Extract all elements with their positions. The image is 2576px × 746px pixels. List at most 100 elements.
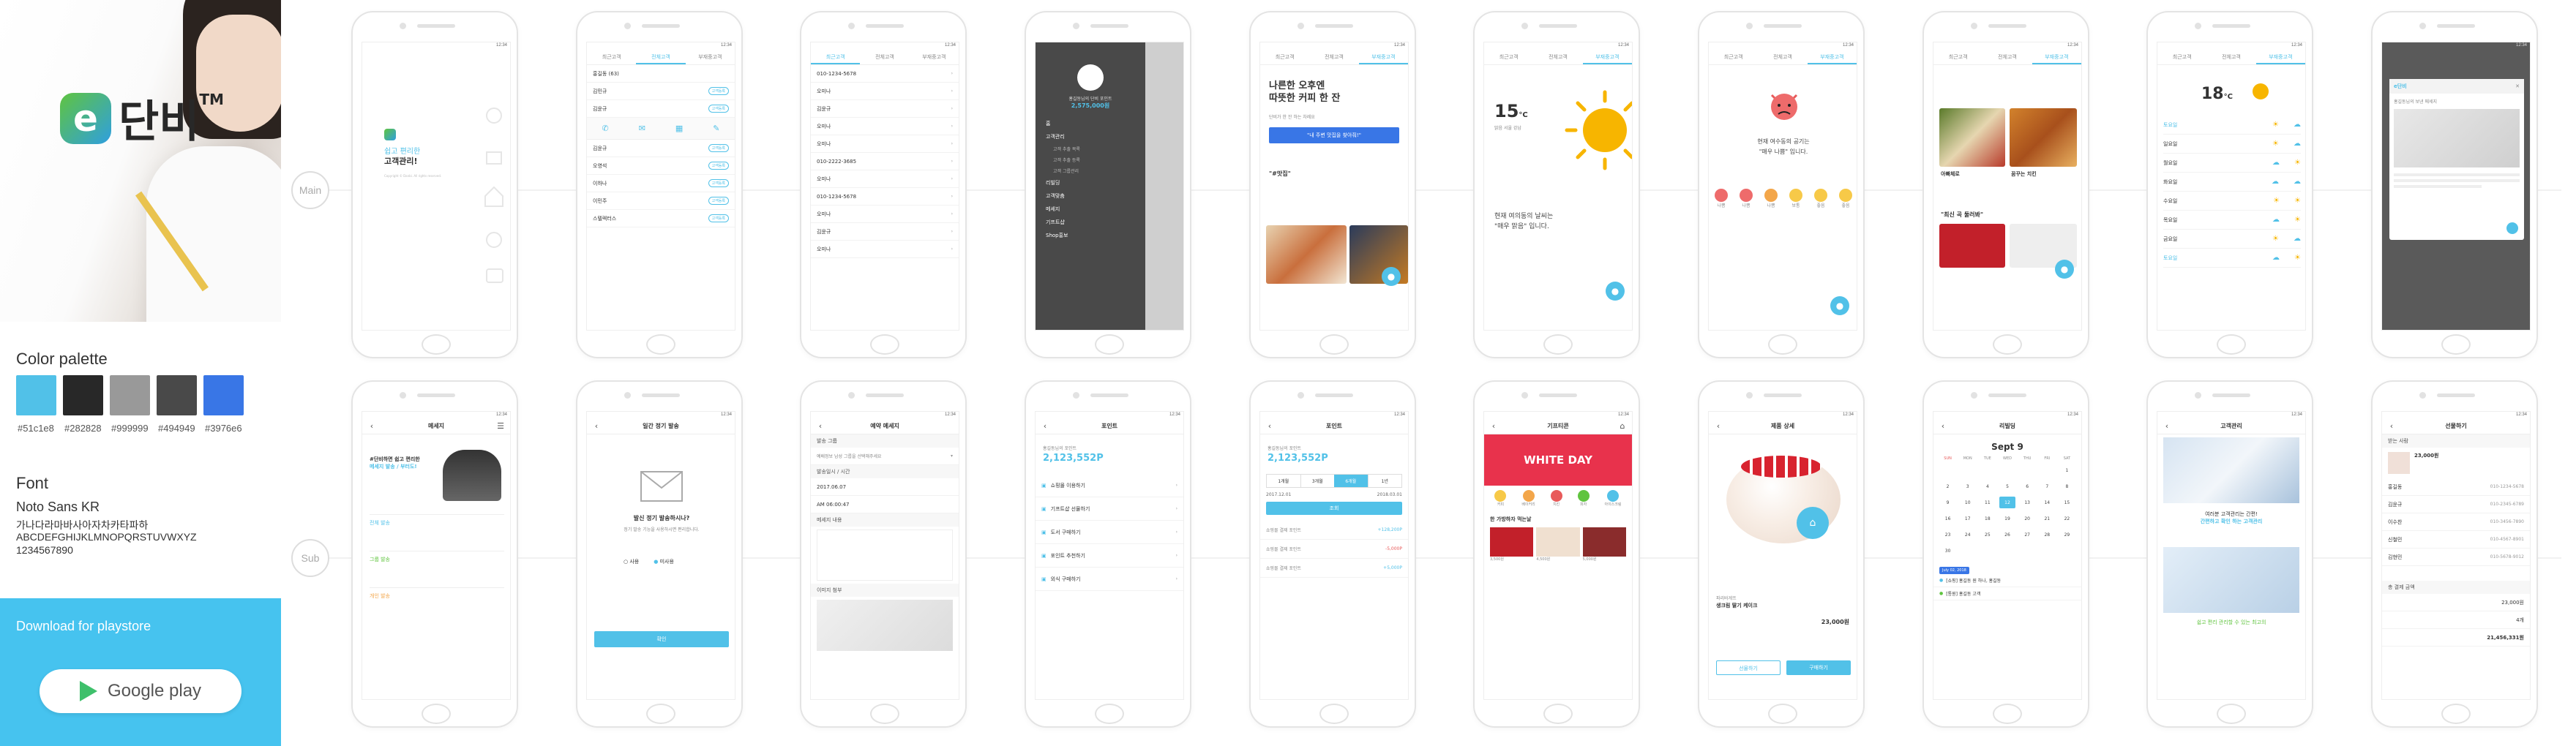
register-badge[interactable]: 고객등록 bbox=[708, 87, 729, 95]
menu-item[interactable]: ▣ 기프트샵 선물하기 › bbox=[1036, 497, 1183, 521]
drawer-subitem[interactable]: 고객 그룹관리 bbox=[1036, 165, 1145, 176]
drawer-item[interactable]: 고객관리 bbox=[1036, 130, 1145, 143]
menu-item[interactable]: ▣ 쇼핑몰 이용하기 › bbox=[1036, 474, 1183, 497]
day-cell[interactable]: 5 bbox=[1997, 478, 2017, 494]
period-option[interactable]: 1개월 bbox=[1267, 475, 1300, 487]
home-button[interactable] bbox=[1768, 334, 1797, 355]
list-item[interactable]: 김윤규 고객등록 bbox=[587, 140, 735, 157]
feed-image[interactable] bbox=[1939, 224, 2005, 268]
home-button[interactable] bbox=[1095, 704, 1124, 724]
day-cell[interactable]: 8 bbox=[2057, 478, 2077, 494]
register-badge[interactable]: 고객등록 bbox=[708, 105, 729, 113]
recipient-row[interactable]: 김현민 010-5678-9012 bbox=[2382, 549, 2530, 566]
call-icon[interactable]: ✆ bbox=[602, 124, 608, 133]
tab-missed[interactable]: 부재중고객 bbox=[2255, 49, 2305, 64]
call-item[interactable]: 오미나 › bbox=[811, 241, 959, 258]
tab-all[interactable]: 전체고객 bbox=[1982, 49, 2032, 64]
home-button[interactable] bbox=[422, 704, 451, 724]
call-item[interactable]: 오미나 › bbox=[811, 135, 959, 153]
back-icon[interactable]: ‹ bbox=[367, 421, 377, 432]
day-cell[interactable]: 18 bbox=[1977, 510, 1997, 527]
avatar[interactable] bbox=[1077, 64, 1104, 91]
home-button[interactable] bbox=[1095, 334, 1124, 355]
back-icon[interactable]: ‹ bbox=[2386, 421, 2397, 432]
event-item[interactable]: ● [통원] 홍길동 고객 bbox=[1933, 587, 2081, 600]
call-item[interactable]: 010-1234-5678 › bbox=[811, 188, 959, 206]
home-button[interactable] bbox=[1993, 334, 2022, 355]
building-icon[interactable]: ▦ bbox=[675, 124, 683, 133]
tab-all[interactable]: 전체고객 bbox=[636, 49, 686, 64]
tab-all[interactable]: 전체고객 bbox=[1758, 49, 1807, 64]
home-button[interactable] bbox=[2217, 334, 2246, 355]
call-item[interactable]: 오미나 › bbox=[811, 206, 959, 223]
day-cell[interactable]: 7 bbox=[2037, 478, 2057, 494]
tab-recent[interactable]: 최근고객 bbox=[2157, 49, 2206, 64]
back-icon[interactable]: ‹ bbox=[1938, 421, 1948, 432]
section[interactable]: 전체 발송 bbox=[370, 514, 504, 543]
back-icon[interactable]: ‹ bbox=[2162, 421, 2172, 432]
tab-missed[interactable]: 부재중고객 bbox=[910, 49, 959, 64]
product-card[interactable]: 5,000원 bbox=[1582, 527, 1626, 562]
tab-recent[interactable]: 최근고객 bbox=[587, 49, 636, 64]
home-button[interactable] bbox=[870, 704, 899, 724]
tab-missed[interactable]: 부재중고객 bbox=[2032, 49, 2081, 64]
section[interactable]: 개인 발송 bbox=[370, 587, 504, 617]
section[interactable]: 그룹 발송 bbox=[370, 551, 504, 580]
confirm-button[interactable]: 확인 bbox=[594, 631, 729, 647]
attached-image[interactable] bbox=[817, 600, 953, 651]
menu-icon[interactable]: ☰ bbox=[495, 421, 506, 432]
home-button[interactable] bbox=[1768, 704, 1797, 724]
day-cell[interactable]: 12 bbox=[1999, 497, 2015, 508]
tab-missed[interactable]: 부재중고객 bbox=[1582, 49, 1632, 64]
tab-all[interactable]: 전체고객 bbox=[860, 49, 909, 64]
back-icon[interactable]: ‹ bbox=[1265, 421, 1275, 432]
day-cell[interactable]: 22 bbox=[2057, 510, 2077, 527]
home-button[interactable] bbox=[1993, 704, 2022, 724]
period-option-selected[interactable]: 6개월 bbox=[1334, 475, 1368, 487]
day-cell[interactable]: 10 bbox=[1958, 494, 1977, 510]
tab-recent[interactable]: 최근고객 bbox=[1933, 49, 1982, 64]
register-badge[interactable]: 고객등록 bbox=[708, 214, 729, 222]
menu-item[interactable]: ▣ 포인트 추천하기 › bbox=[1036, 544, 1183, 568]
tab-missed[interactable]: 부재중고객 bbox=[686, 49, 735, 64]
day-cell[interactable]: 25 bbox=[1977, 527, 1997, 543]
mic-button[interactable]: ● bbox=[2055, 260, 2074, 279]
product-card[interactable]: 3,500원 bbox=[1490, 527, 1534, 562]
register-badge[interactable]: 고객등록 bbox=[708, 197, 729, 205]
day-cell[interactable]: 13 bbox=[2018, 494, 2037, 510]
option-no-use[interactable]: ● 미사용 bbox=[654, 558, 674, 565]
event-item[interactable]: ● [쇼핑] 홍길동 원 하나, 홍길동 bbox=[1933, 574, 2081, 587]
tab-recent[interactable]: 최근고객 bbox=[1709, 49, 1758, 64]
call-item[interactable]: 오미나 › bbox=[811, 118, 959, 135]
day-cell[interactable]: 15 bbox=[2057, 494, 2077, 510]
recipient-row[interactable]: 이수찬 010-3456-7890 bbox=[2382, 513, 2530, 531]
home-button[interactable] bbox=[646, 334, 675, 355]
drawer-item[interactable]: 리빌딩 bbox=[1036, 176, 1145, 189]
food-card-image[interactable] bbox=[1939, 108, 2005, 167]
list-item[interactable]: 스텔렉터스 고객등록 bbox=[587, 210, 735, 227]
day-cell[interactable]: 1 bbox=[2057, 462, 2077, 478]
drawer-subitem[interactable]: 고객 추출 목록 bbox=[1036, 143, 1145, 154]
list-item[interactable]: 홍길동 (63) bbox=[587, 65, 735, 83]
home-button[interactable] bbox=[1319, 704, 1349, 724]
call-item[interactable]: 김윤규 › bbox=[811, 223, 959, 241]
list-item[interactable]: 이민주 고객등록 bbox=[587, 192, 735, 210]
category[interactable]: 피자 bbox=[1577, 490, 1590, 507]
recipient-row[interactable]: 홍길동 010-1234-5678 bbox=[2382, 478, 2530, 496]
register-badge[interactable]: 고객등록 bbox=[708, 144, 729, 152]
recipient-row[interactable]: 신철민 010-4567-8901 bbox=[2382, 531, 2530, 549]
tab-all[interactable]: 전체고객 bbox=[2206, 49, 2255, 64]
drawer-item[interactable]: 메세지 bbox=[1036, 203, 1145, 216]
day-cell[interactable]: 4 bbox=[1977, 478, 1997, 494]
home-button[interactable] bbox=[2217, 704, 2246, 724]
tab-recent[interactable]: 최근고객 bbox=[1260, 49, 1309, 64]
back-icon[interactable]: ‹ bbox=[1713, 421, 1723, 432]
home-button[interactable] bbox=[870, 334, 899, 355]
tab-recent[interactable]: 최근고객 bbox=[811, 49, 861, 64]
day-cell[interactable]: 23 bbox=[1938, 527, 1958, 543]
call-item[interactable]: 오미나 › bbox=[811, 170, 959, 188]
tab-recent[interactable]: 최근고객 bbox=[1484, 49, 1533, 64]
close-icon[interactable]: ✕ bbox=[2515, 83, 2520, 89]
back-icon[interactable]: ‹ bbox=[1489, 421, 1499, 432]
day-cell[interactable]: 24 bbox=[1958, 527, 1977, 543]
